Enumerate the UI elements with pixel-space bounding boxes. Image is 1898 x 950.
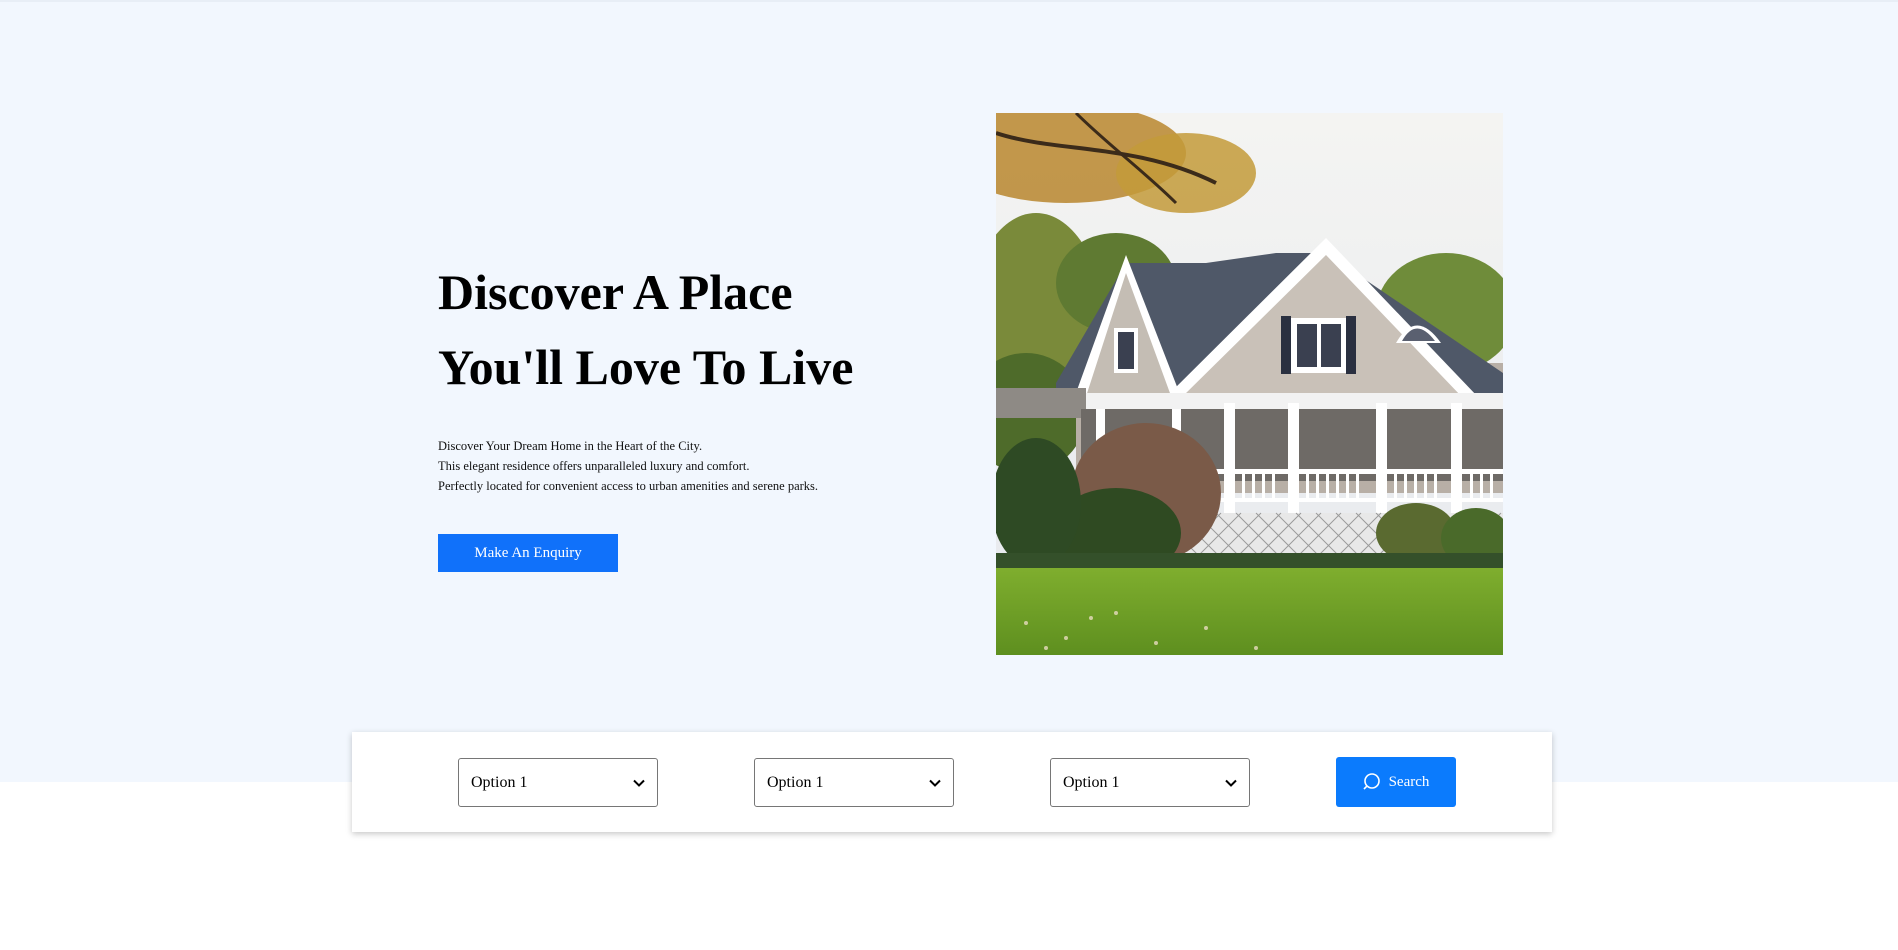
hero-title-line-2: You'll Love To Live — [438, 339, 854, 395]
hero-content: Discover A Place You'll Love To Live Dis… — [438, 255, 918, 572]
search-icon — [1363, 773, 1380, 790]
filter-select-2-box[interactable]: Option 1 — [754, 758, 954, 807]
search-button[interactable]: Search — [1336, 757, 1456, 807]
filter-select-1-box[interactable]: Option 1 — [458, 758, 658, 807]
hero-description: Discover Your Dream Home in the Heart of… — [438, 436, 918, 496]
hero-description-line: Discover Your Dream Home in the Heart of… — [438, 439, 703, 453]
hero-section — [0, 0, 1898, 782]
filter-select-1[interactable]: Option 1 — [458, 758, 658, 807]
search-button-label: Search — [1388, 773, 1430, 790]
make-enquiry-button[interactable]: Make An Enquiry — [438, 534, 618, 572]
top-divider — [0, 0, 1898, 2]
filter-select-3[interactable]: Option 1 — [1050, 758, 1250, 807]
chevron-down-icon — [633, 779, 645, 787]
filter-select-3-box[interactable]: Option 1 — [1050, 758, 1250, 807]
chevron-down-icon — [929, 779, 941, 787]
filter-select-2[interactable]: Option 1 — [754, 758, 954, 807]
hero-description-line: This elegant residence offers unparallel… — [438, 459, 750, 473]
hero-title-line-1: Discover A Place — [438, 264, 793, 320]
filter-select-1-value: Option 1 — [471, 773, 528, 791]
hero-title: Discover A Place You'll Love To Live — [438, 255, 918, 405]
chevron-down-icon — [1225, 779, 1237, 787]
house-photo — [996, 113, 1503, 655]
property-search-bar: Option 1 Option 1 Option 1 Search — [352, 732, 1552, 832]
filter-select-2-value: Option 1 — [767, 773, 824, 791]
filter-select-3-value: Option 1 — [1063, 773, 1120, 791]
hero-description-line: Perfectly located for convenient access … — [438, 479, 819, 493]
